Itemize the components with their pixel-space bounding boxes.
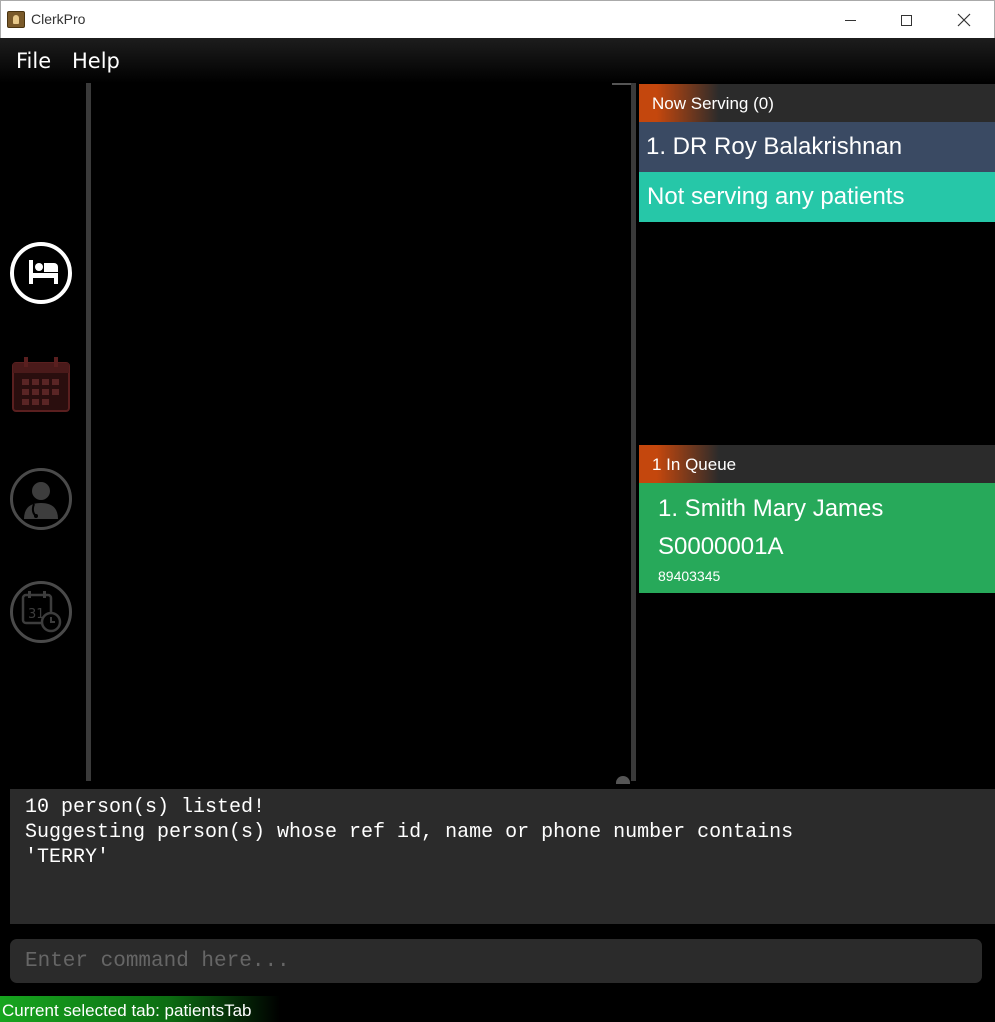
calendar-clock-icon: 31 — [21, 591, 62, 633]
queue-item[interactable]: 1. Smith Mary James S0000001A 89403345 — [639, 483, 995, 593]
queue-patient-phone: 89403345 — [658, 568, 721, 584]
queue-patient-name: 1. Smith Mary James — [658, 495, 884, 522]
doctor-icon — [24, 482, 58, 519]
result-line: Suggesting person(s) whose ref id, name … — [25, 821, 794, 844]
doctor-row[interactable]: 1. DR Roy Balakrishnan — [639, 122, 995, 172]
app-logo-icon — [7, 11, 25, 28]
tab-appointments[interactable] — [10, 355, 72, 417]
tab-schedule[interactable]: 31 — [10, 581, 72, 643]
close-icon — [957, 13, 971, 27]
now-serving-header: Now Serving (0) — [639, 84, 995, 122]
minimize-icon — [844, 19, 856, 21]
minimize-button[interactable] — [827, 1, 873, 39]
sidebar: 31 — [0, 83, 84, 783]
calendar-icon — [12, 357, 70, 412]
menu-help[interactable]: Help — [72, 49, 120, 73]
tab-patients[interactable] — [10, 242, 72, 304]
menu-bar: File Help — [0, 38, 995, 83]
result-line: 10 person(s) listed! — [25, 796, 266, 819]
window-title: ClerkPro — [31, 11, 86, 27]
main-list-panel — [91, 83, 631, 781]
command-input[interactable] — [10, 939, 982, 983]
queue-header: 1 In Queue — [639, 445, 995, 483]
maximize-icon — [900, 14, 912, 26]
maximize-button[interactable] — [883, 1, 929, 39]
result-display: 10 person(s) listed! Suggesting person(s… — [10, 789, 995, 924]
title-bar: ClerkPro — [0, 0, 995, 38]
status-bar: Current selected tab: patientsTab — [0, 996, 995, 1022]
split-handle[interactable] — [616, 776, 630, 784]
close-button[interactable] — [941, 1, 987, 39]
result-line: 'TERRY' — [25, 846, 110, 869]
queue-patient-ref-id: S0000001A — [658, 533, 784, 560]
status-bar-text: Current selected tab: patientsTab — [2, 1001, 252, 1020]
right-divider[interactable] — [631, 83, 636, 781]
bed-icon — [29, 260, 58, 284]
tab-doctors[interactable] — [10, 468, 72, 530]
menu-file[interactable]: File — [16, 49, 51, 73]
serving-status: Not serving any patients — [639, 172, 995, 222]
